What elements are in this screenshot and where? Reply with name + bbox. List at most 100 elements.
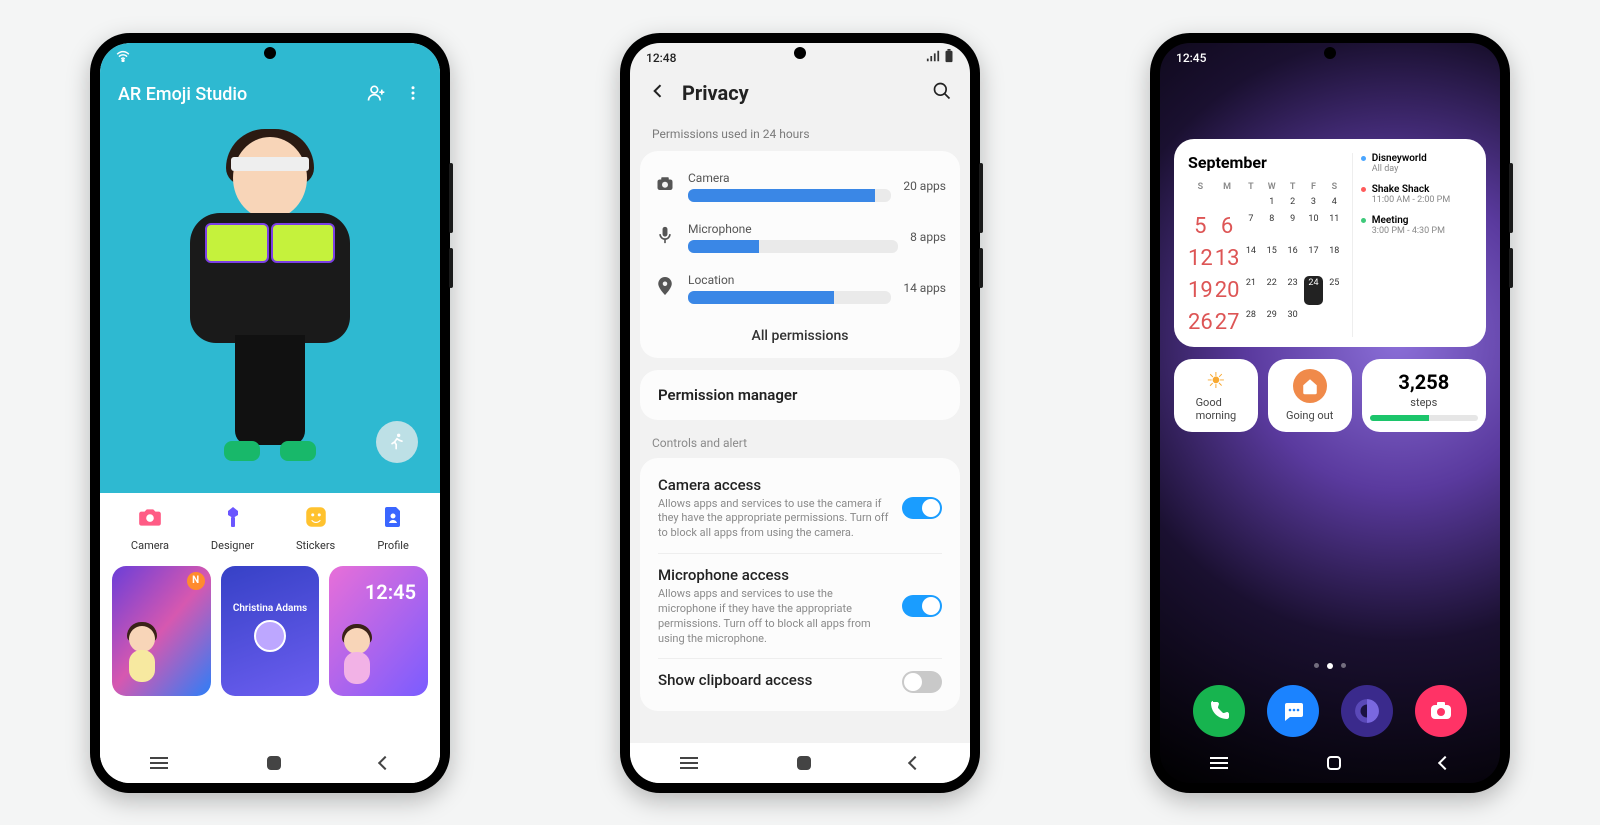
stickers-icon: [300, 501, 332, 533]
steps-widget[interactable]: 3,258 steps: [1362, 359, 1486, 432]
nav-recent[interactable]: [1210, 762, 1228, 764]
browser-icon[interactable]: [1341, 685, 1393, 737]
permission-usage-card: Camera 20 apps Microphone 8 apps Locatio…: [640, 151, 960, 358]
page-title: Privacy: [682, 81, 918, 105]
weather-widget[interactable]: ☀ Goodmorning: [1174, 359, 1258, 432]
perm-bar-fill: [688, 240, 759, 253]
perm-count: 20 apps: [903, 179, 946, 193]
perm-name: Microphone: [688, 222, 898, 236]
power-button[interactable]: [979, 248, 983, 288]
nav-recent[interactable]: [680, 762, 698, 764]
motion-fab[interactable]: [376, 421, 418, 463]
camera-icon: [654, 176, 676, 196]
volume-button[interactable]: [1509, 163, 1513, 233]
steps-value: 3,258: [1398, 370, 1449, 394]
template-card-1[interactable]: N: [112, 566, 211, 696]
tool-label: Camera: [131, 539, 169, 552]
page-header: Privacy: [630, 73, 970, 121]
tool-stickers[interactable]: Stickers: [296, 501, 335, 552]
perm-name: Camera: [688, 171, 891, 185]
toggle-switch[interactable]: [902, 595, 942, 617]
designer-icon: [217, 501, 249, 533]
tool-row: Camera Designer Stickers Profile: [110, 501, 430, 552]
nav-bar: [630, 743, 970, 783]
control-desc: Allows apps and services to use the micr…: [658, 587, 890, 646]
front-camera: [794, 47, 806, 59]
nav-bar: [100, 743, 440, 783]
nav-home[interactable]: [797, 756, 811, 770]
perm-row-microphone[interactable]: Microphone 8 apps: [654, 212, 946, 263]
dock: [1160, 685, 1500, 737]
search-icon[interactable]: [932, 81, 952, 105]
steps-progress: [1370, 415, 1478, 421]
front-camera: [1324, 47, 1336, 59]
template-card-2[interactable]: Christina Adams: [221, 566, 320, 696]
routine-widget[interactable]: Going out: [1268, 359, 1352, 432]
routine-label: Going out: [1286, 409, 1333, 422]
camera-icon[interactable]: [1415, 685, 1467, 737]
nav-back[interactable]: [908, 755, 922, 769]
toggle-switch[interactable]: [902, 671, 942, 693]
app-header: AR Emoji Studio: [100, 73, 440, 117]
perm-bar-fill: [688, 291, 834, 304]
nav-bar: [1160, 743, 1500, 783]
all-permissions-link[interactable]: All permissions: [654, 314, 946, 352]
emoji-hero: AR Emoji Studio: [100, 43, 440, 493]
perm-count: 14 apps: [903, 281, 946, 295]
nav-back[interactable]: [1438, 755, 1452, 769]
widget-row: ☀ Goodmorning Going out 3,258 steps: [1174, 359, 1486, 432]
tool-label: Designer: [211, 539, 254, 552]
wifi-icon: [116, 50, 130, 65]
permission-manager[interactable]: Permission manager: [640, 370, 960, 420]
contact-name: Christina Adams: [233, 603, 307, 614]
phone-ar-emoji: AR Emoji Studio Camera: [90, 33, 450, 793]
calendar-event[interactable]: Meeting3:00 PM - 4:30 PM: [1361, 215, 1472, 236]
new-badge: N: [187, 572, 205, 590]
control-desc: Allows apps and services to use the came…: [658, 497, 890, 542]
tool-profile[interactable]: Profile: [377, 501, 409, 552]
bottom-panel: Camera Designer Stickers Profile N: [100, 479, 440, 783]
control-clipboard-access[interactable]: Show clipboard access: [658, 659, 942, 705]
calendar-event[interactable]: Shake Shack11:00 AM - 2:00 PM: [1361, 184, 1472, 205]
back-icon[interactable]: [648, 81, 668, 105]
control-microphone-access[interactable]: Microphone access Allows apps and servic…: [658, 554, 942, 659]
controls-group: Camera access Allows apps and services t…: [640, 458, 960, 712]
tool-camera[interactable]: Camera: [131, 501, 169, 552]
messages-icon[interactable]: [1267, 685, 1319, 737]
home-icon: [1293, 369, 1327, 403]
profile-avatar: [254, 620, 286, 652]
add-user-icon[interactable]: [366, 83, 386, 107]
template-cards: N Christina Adams 12:45: [110, 566, 430, 696]
nav-back[interactable]: [378, 755, 392, 769]
nav-home[interactable]: [1327, 756, 1341, 770]
emoji-avatar[interactable]: [180, 127, 360, 467]
perm-row-camera[interactable]: Camera 20 apps: [654, 161, 946, 212]
control-camera-access[interactable]: Camera access Allows apps and services t…: [658, 464, 942, 555]
status-time: 12:48: [646, 51, 676, 65]
calendar-grid: September SMTWTFS12345678910111213141516…: [1188, 153, 1344, 337]
calendar-event[interactable]: DisneyworldAll day: [1361, 153, 1472, 174]
calendar-month: September: [1188, 153, 1344, 172]
calendar-widget[interactable]: September SMTWTFS12345678910111213141516…: [1174, 139, 1486, 347]
perm-row-location[interactable]: Location 14 apps: [654, 263, 946, 314]
power-button[interactable]: [449, 248, 453, 288]
tool-designer[interactable]: Designer: [211, 501, 254, 552]
power-button[interactable]: [1509, 248, 1513, 288]
toggle-switch[interactable]: [902, 497, 942, 519]
camera-icon: [134, 501, 166, 533]
perm-bar-fill: [688, 189, 875, 202]
perm-count: 8 apps: [910, 230, 946, 244]
more-icon[interactable]: [404, 84, 422, 106]
signal-icon: [926, 50, 940, 65]
template-card-3[interactable]: 12:45: [329, 566, 428, 696]
nav-home[interactable]: [267, 756, 281, 770]
phone-home: 12:45 September SMTWTFS12345678910111213…: [1150, 33, 1510, 793]
control-title: Microphone access: [658, 566, 890, 584]
calendar-events: DisneyworldAll day Shake Shack11:00 AM - …: [1352, 153, 1472, 337]
weather-label: Goodmorning: [1196, 396, 1237, 422]
phone-icon[interactable]: [1193, 685, 1245, 737]
nav-recent[interactable]: [150, 762, 168, 764]
volume-button[interactable]: [979, 163, 983, 233]
volume-button[interactable]: [449, 163, 453, 233]
lock-time: 12:45: [365, 580, 416, 604]
